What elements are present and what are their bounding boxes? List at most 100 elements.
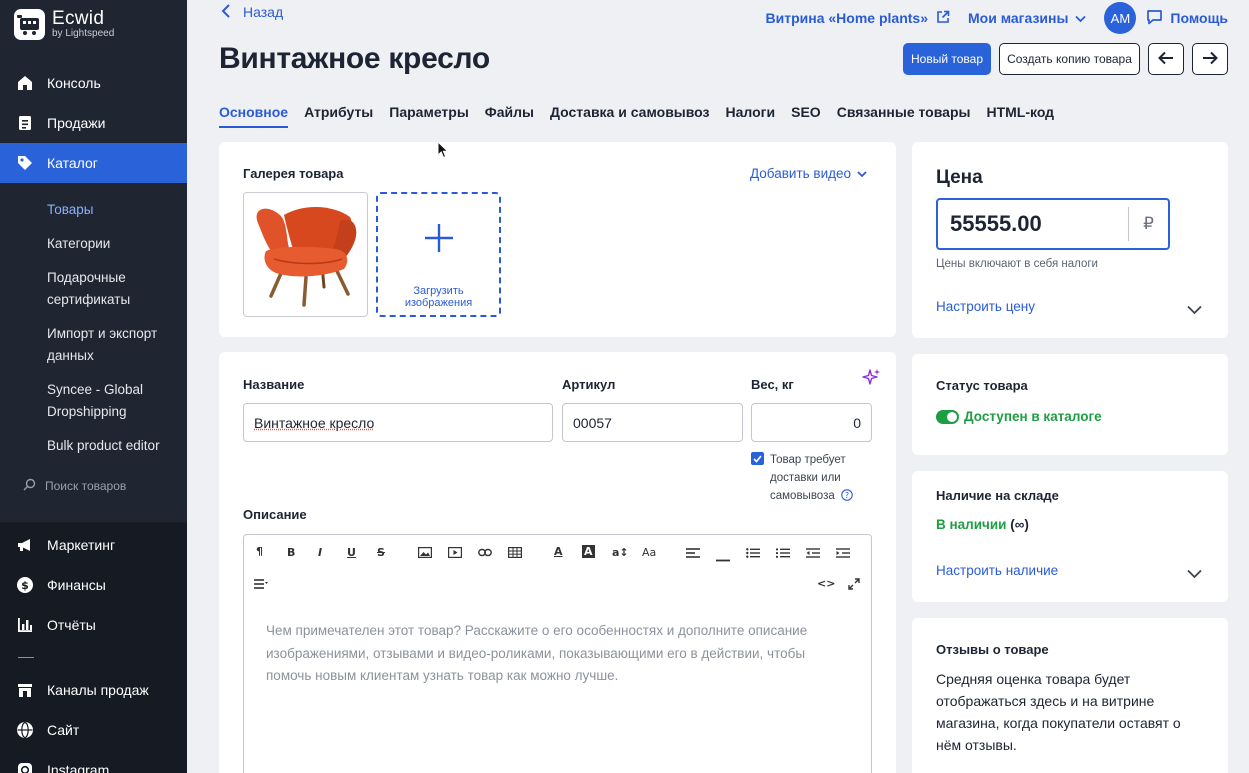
code-view-icon[interactable]: <> <box>817 577 835 590</box>
outdent-icon[interactable] <box>806 548 820 561</box>
strikethrough-icon[interactable]: S <box>377 546 385 559</box>
my-stores-dropdown[interactable]: Мои магазины <box>968 10 1068 26</box>
product-name-input[interactable]: Винтажное кресло <box>243 403 553 442</box>
configure-stock-link[interactable]: Настроить наличие <box>936 563 1058 578</box>
nav-dashboard[interactable]: Консоль <box>0 63 187 103</box>
shipping-required-checkbox[interactable] <box>751 452 764 465</box>
sku-input[interactable]: 00057 <box>562 403 743 442</box>
new-product-button[interactable]: Новый товар <box>903 43 991 75</box>
status-toggle[interactable] <box>936 410 959 424</box>
chevron-left-icon <box>221 3 231 22</box>
nav-reports-label: Отчёты <box>47 617 96 633</box>
paragraph-format-icon[interactable] <box>254 579 268 592</box>
align-left-icon[interactable] <box>686 548 700 561</box>
svg-text:?: ? <box>845 491 849 500</box>
numbered-list-icon[interactable] <box>776 548 790 561</box>
sub-bulk-editor[interactable]: Bulk product editor <box>47 435 182 457</box>
duplicate-product-button[interactable]: Создать копию товара <box>999 43 1140 75</box>
nav-finance[interactable]: $ Финансы <box>0 565 187 605</box>
external-link-icon[interactable] <box>936 10 950 27</box>
chevron-down-icon[interactable] <box>1075 10 1086 26</box>
shipping-required-label: Товар требует доставки или самовывоза ? <box>770 451 862 507</box>
cart-logo-icon <box>14 9 45 40</box>
chevron-down-icon[interactable] <box>1187 566 1202 584</box>
nav-site[interactable]: Сайт <box>0 710 187 750</box>
arrow-right-icon <box>1202 51 1218 68</box>
chevron-down-icon[interactable] <box>1187 302 1202 320</box>
help-link[interactable]: Помощь <box>1170 10 1228 26</box>
paragraph-icon[interactable]: ¶ <box>256 545 263 558</box>
previous-product-button[interactable] <box>1148 43 1184 75</box>
product-tabs: Основное Атрибуты Параметры Файлы Достав… <box>219 104 1070 128</box>
indent-icon[interactable] <box>836 548 850 561</box>
tab-options[interactable]: Параметры <box>389 104 469 128</box>
storefront-icon <box>16 681 34 699</box>
configure-price-link[interactable]: Настроить цену <box>936 299 1035 314</box>
tab-seo[interactable]: SEO <box>791 104 821 128</box>
nav-marketing[interactable]: Маркетинг <box>0 525 187 565</box>
tab-files[interactable]: Файлы <box>485 104 534 128</box>
nav-finance-label: Финансы <box>47 577 106 593</box>
nav-sales-channels[interactable]: Каналы продаж <box>0 670 187 710</box>
horizontal-rule-icon[interactable] <box>716 552 730 565</box>
product-search[interactable]: Поиск товаров <box>23 478 126 494</box>
instagram-icon <box>16 761 34 773</box>
sub-syncee[interactable]: Syncee - Global Dropshipping <box>47 379 157 423</box>
avatar[interactable]: AM <box>1104 2 1136 34</box>
dollar-icon: $ <box>16 576 34 594</box>
background-color-icon[interactable]: A <box>582 545 595 558</box>
text-color-icon[interactable]: A <box>554 545 563 558</box>
editor-toolbar: ¶ B I U S A A a↕ Aa <> <box>243 534 872 601</box>
underline-icon[interactable]: U <box>347 546 356 559</box>
tab-taxes[interactable]: Налоги <box>726 104 776 128</box>
stock-status: В наличии (∞) <box>936 517 1029 532</box>
sub-import-export[interactable]: Импорт и экспорт данных <box>47 323 172 367</box>
table-icon[interactable] <box>508 547 522 561</box>
help-circle-icon[interactable]: ? <box>841 489 853 507</box>
add-video-dropdown[interactable]: Добавить видео <box>750 166 867 181</box>
weight-input[interactable]: 0 <box>751 403 872 442</box>
back-link[interactable]: Назад <box>221 3 283 21</box>
description-editor[interactable]: Чем примечателен этот товар? Расскажите … <box>243 600 872 773</box>
back-label: Назад <box>243 4 283 20</box>
price-input[interactable]: 55555.00 ₽ <box>936 198 1170 250</box>
tab-shipping[interactable]: Доставка и самовывоз <box>550 104 710 128</box>
video-icon[interactable] <box>448 547 462 561</box>
nav-dashboard-label: Консоль <box>47 75 101 91</box>
product-image-thumbnail[interactable] <box>243 192 368 317</box>
chat-help-icon[interactable] <box>1146 9 1163 28</box>
fullscreen-icon[interactable] <box>848 578 860 593</box>
link-icon[interactable] <box>478 547 492 561</box>
currency-symbol: ₽ <box>1128 207 1168 241</box>
nav-catalog[interactable]: Каталог <box>0 143 187 183</box>
nav-instagram[interactable]: Instagram <box>0 750 187 773</box>
brand-byline: by Lightspeed <box>52 29 114 39</box>
status-title: Статус товара <box>936 378 1028 393</box>
ai-sparkle-icon[interactable] <box>862 367 882 392</box>
sub-products[interactable]: Товары <box>47 199 182 221</box>
sub-categories[interactable]: Категории <box>47 233 182 255</box>
nav-reports[interactable]: Отчёты <box>0 605 187 645</box>
bulleted-list-icon[interactable] <box>746 548 760 561</box>
italic-icon[interactable]: I <box>318 546 322 559</box>
nav-instagram-label: Instagram <box>47 762 109 773</box>
tab-html-code[interactable]: HTML-код <box>986 104 1054 128</box>
next-product-button[interactable] <box>1192 43 1228 75</box>
ecwid-logo[interactable]: Ecwid by Lightspeed <box>14 7 114 41</box>
font-size-icon[interactable]: a↕ <box>612 546 629 559</box>
sub-gift-cards[interactable]: Подарочные сертификаты <box>47 267 167 311</box>
font-family-icon[interactable]: Aa <box>642 546 656 559</box>
upload-images-dropzone[interactable]: Загрузить изображения <box>376 192 501 317</box>
tab-attributes[interactable]: Атрибуты <box>304 104 373 128</box>
tab-related-products[interactable]: Связанные товары <box>837 104 971 128</box>
gallery-title: Галерея товара <box>243 166 343 181</box>
status-value: Доступен в каталоге <box>964 409 1102 424</box>
image-icon[interactable] <box>418 547 432 561</box>
nav-sales[interactable]: Продажи <box>0 103 187 143</box>
storefront-link[interactable]: Витрина «Home plants» <box>766 10 928 26</box>
nav-sales-channels-label: Каналы продаж <box>47 682 149 698</box>
megaphone-icon <box>16 536 34 554</box>
bold-icon[interactable]: B <box>287 546 295 559</box>
description-label: Описание <box>243 507 307 522</box>
tab-general[interactable]: Основное <box>219 104 288 128</box>
